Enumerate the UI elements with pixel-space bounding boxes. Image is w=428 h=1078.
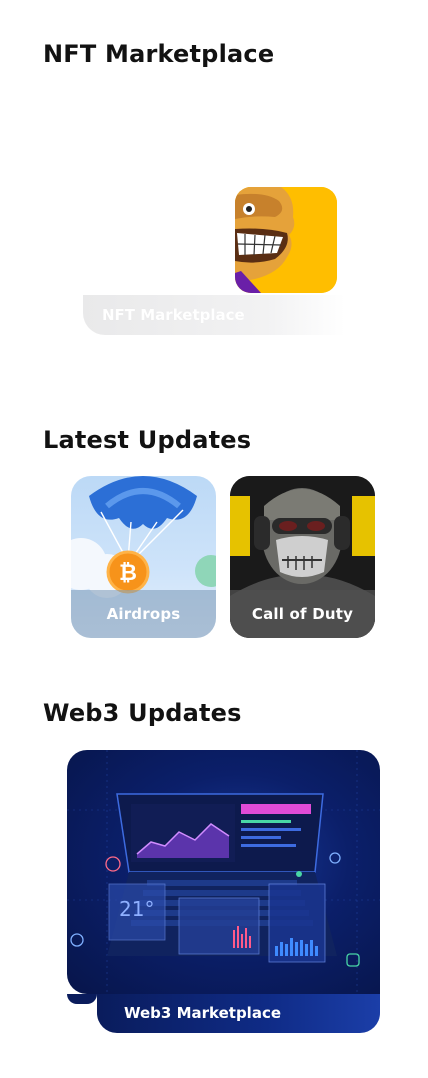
nft-card-label: NFT Marketplace xyxy=(102,306,245,324)
tile-airdrops[interactable]: ₿ Airdrops xyxy=(71,476,216,638)
laptop-dashboard-icon: 21° xyxy=(67,750,380,994)
web3-card-caption: Web3 Marketplace xyxy=(97,994,380,1033)
tile-call-of-duty[interactable]: Call of Duty xyxy=(230,476,375,638)
svg-text:₿: ₿ xyxy=(119,561,137,586)
web3-card-label: Web3 Marketplace xyxy=(124,1004,282,1022)
web3-marketplace-card[interactable]: 21° Web3 Marketplace xyxy=(67,750,380,1033)
web3-laptop-illustration: 21° xyxy=(67,750,380,994)
section-title-nft: NFT Marketplace xyxy=(43,40,275,68)
ape-nft-thumbnail xyxy=(235,187,337,293)
temperature-readout: 21° xyxy=(119,897,154,921)
web3-card-corner xyxy=(67,994,97,1004)
nft-card-caption: NFT Marketplace xyxy=(83,295,345,335)
tile-call-of-duty-label: Call of Duty xyxy=(230,590,375,638)
nft-marketplace-card[interactable]: NFT Marketplace xyxy=(83,187,345,337)
section-title-latest: Latest Updates xyxy=(43,426,252,454)
tile-airdrops-label: Airdrops xyxy=(71,590,216,638)
section-title-web3: Web3 Updates xyxy=(43,699,242,727)
ape-face-icon xyxy=(235,187,337,293)
